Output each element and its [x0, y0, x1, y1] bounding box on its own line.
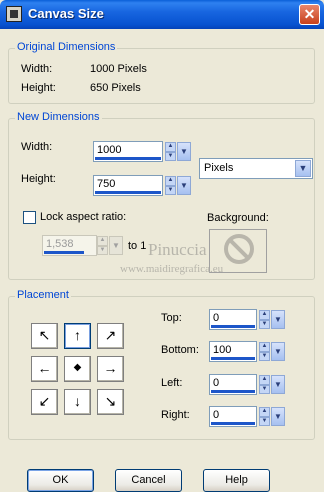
width-dropdown-button[interactable]: ▼: [177, 142, 191, 161]
spin-down-icon[interactable]: ▼: [259, 351, 270, 361]
bottom-spinner[interactable]: ▲ ▼: [259, 342, 270, 361]
height-input[interactable]: 750: [93, 175, 163, 196]
top-input-value: 0: [213, 312, 220, 324]
spin-down-icon[interactable]: ▼: [259, 319, 270, 329]
original-width-value: 1000 Pixels: [90, 63, 147, 75]
anchor-bottom-button[interactable]: ↓: [64, 389, 91, 415]
help-button[interactable]: Help: [203, 469, 270, 492]
spin-down-icon[interactable]: ▼: [259, 384, 270, 394]
width-input-bar: [95, 157, 161, 160]
left-input-value: 0: [213, 377, 220, 389]
background-label: Background:: [207, 212, 269, 224]
top-spinner[interactable]: ▲ ▼: [259, 310, 270, 329]
window-title: Canvas Size: [28, 6, 104, 21]
anchor-center-button[interactable]: ◆: [64, 356, 91, 382]
top-input[interactable]: 0: [209, 309, 257, 330]
placement-group: Placement ↖ ↑ ↗ ← ◆ → ↙ ↓ ↘ Top: 0 ▲ ▼ ▼…: [8, 289, 315, 440]
arrow-down-icon: ↓: [74, 393, 81, 409]
placement-title: Placement: [15, 289, 71, 301]
cancel-button[interactable]: Cancel: [115, 469, 182, 492]
arrow-down-right-icon: ↘: [104, 393, 117, 409]
units-select[interactable]: Pixels ▼: [199, 158, 313, 179]
spin-down-icon[interactable]: ▼: [97, 245, 108, 255]
right-label: Right:: [161, 409, 190, 421]
bottom-label: Bottom:: [161, 344, 199, 356]
original-dimensions-group: Original Dimensions Width: 1000 Pixels H…: [8, 41, 315, 104]
spin-up-icon[interactable]: ▲: [97, 236, 108, 246]
new-height-label: Height:: [21, 173, 56, 185]
new-dimensions-group: New Dimensions Width: 1000 ▲ ▼ ▼ Height:…: [8, 111, 315, 280]
arrow-up-icon: ↑: [74, 327, 81, 343]
width-spinner[interactable]: ▲ ▼: [165, 142, 176, 161]
ok-button[interactable]: OK: [27, 469, 94, 492]
right-spinner[interactable]: ▲ ▼: [259, 407, 270, 426]
height-spinner[interactable]: ▲ ▼: [165, 176, 176, 195]
bottom-input-bar: [211, 357, 255, 360]
lock-aspect-label[interactable]: Lock aspect ratio:: [40, 211, 126, 223]
width-input-value: 1000: [97, 144, 122, 156]
anchor-bottom-left-button[interactable]: ↙: [31, 389, 58, 415]
lock-aspect-checkbox[interactable]: [23, 211, 36, 224]
spin-up-icon[interactable]: ▲: [259, 310, 270, 320]
original-dimensions-title: Original Dimensions: [15, 41, 118, 53]
spin-down-icon[interactable]: ▼: [165, 151, 176, 161]
app-icon: [6, 6, 22, 22]
right-input-value: 0: [213, 409, 220, 421]
bottom-input[interactable]: 100: [209, 341, 257, 362]
height-input-bar: [95, 191, 161, 194]
close-button[interactable]: ✕: [299, 4, 320, 25]
left-spinner[interactable]: ▲ ▼: [259, 375, 270, 394]
new-dimensions-title: New Dimensions: [15, 111, 102, 123]
spin-up-icon[interactable]: ▲: [259, 407, 270, 417]
spin-down-icon[interactable]: ▼: [165, 185, 176, 195]
chevron-down-icon[interactable]: ▼: [295, 160, 311, 177]
aspect-ratio-value: 1,538: [46, 238, 74, 250]
center-dot-icon: ◆: [73, 362, 82, 373]
left-input[interactable]: 0: [209, 374, 257, 395]
spin-up-icon[interactable]: ▲: [259, 375, 270, 385]
arrow-left-icon: ←: [37, 360, 52, 376]
spin-up-icon[interactable]: ▲: [259, 342, 270, 352]
height-dropdown-button[interactable]: ▼: [177, 176, 191, 195]
right-input-bar: [211, 422, 255, 425]
units-select-value: Pixels: [204, 162, 234, 174]
aspect-ratio-input[interactable]: 1,538: [42, 235, 97, 256]
arrow-right-icon: →: [103, 360, 118, 376]
spin-down-icon[interactable]: ▼: [259, 416, 270, 426]
spin-up-icon[interactable]: ▲: [165, 142, 176, 152]
top-label: Top:: [161, 312, 182, 324]
bottom-input-value: 100: [213, 344, 232, 356]
anchor-top-button[interactable]: ↑: [64, 323, 91, 349]
arrow-up-left-icon: ↖: [38, 327, 51, 343]
left-dropdown-button[interactable]: ▼: [271, 375, 285, 394]
original-height-value: 650 Pixels: [90, 82, 141, 94]
ratio-spinner[interactable]: ▲ ▼: [97, 236, 108, 255]
ratio-dropdown-button[interactable]: ▼: [109, 236, 123, 255]
anchor-left-button[interactable]: ←: [31, 356, 58, 382]
anchor-top-right-button[interactable]: ↗: [97, 323, 124, 349]
right-dropdown-button[interactable]: ▼: [271, 407, 285, 426]
anchor-right-button[interactable]: →: [97, 356, 124, 382]
top-dropdown-button[interactable]: ▼: [271, 310, 285, 329]
right-input[interactable]: 0: [209, 406, 257, 427]
left-label: Left:: [161, 377, 183, 389]
to-one-label: to 1: [128, 240, 147, 252]
original-height-label: Height:: [21, 82, 56, 94]
width-input[interactable]: 1000: [93, 141, 163, 162]
title-bar[interactable]: Canvas Size ✕: [0, 0, 324, 29]
bottom-dropdown-button[interactable]: ▼: [271, 342, 285, 361]
watermark-no-icon: [224, 234, 254, 264]
original-width-label: Width:: [21, 63, 53, 75]
new-width-label: Width:: [21, 141, 53, 153]
aspect-ratio-bar: [44, 251, 84, 254]
arrow-down-left-icon: ↙: [38, 393, 51, 409]
anchor-bottom-right-button[interactable]: ↘: [97, 389, 124, 415]
top-input-bar: [211, 325, 255, 328]
anchor-top-left-button[interactable]: ↖: [31, 323, 58, 349]
arrow-up-right-icon: ↗: [104, 327, 117, 343]
height-input-value: 750: [97, 178, 116, 190]
spin-up-icon[interactable]: ▲: [165, 176, 176, 186]
left-input-bar: [211, 390, 255, 393]
